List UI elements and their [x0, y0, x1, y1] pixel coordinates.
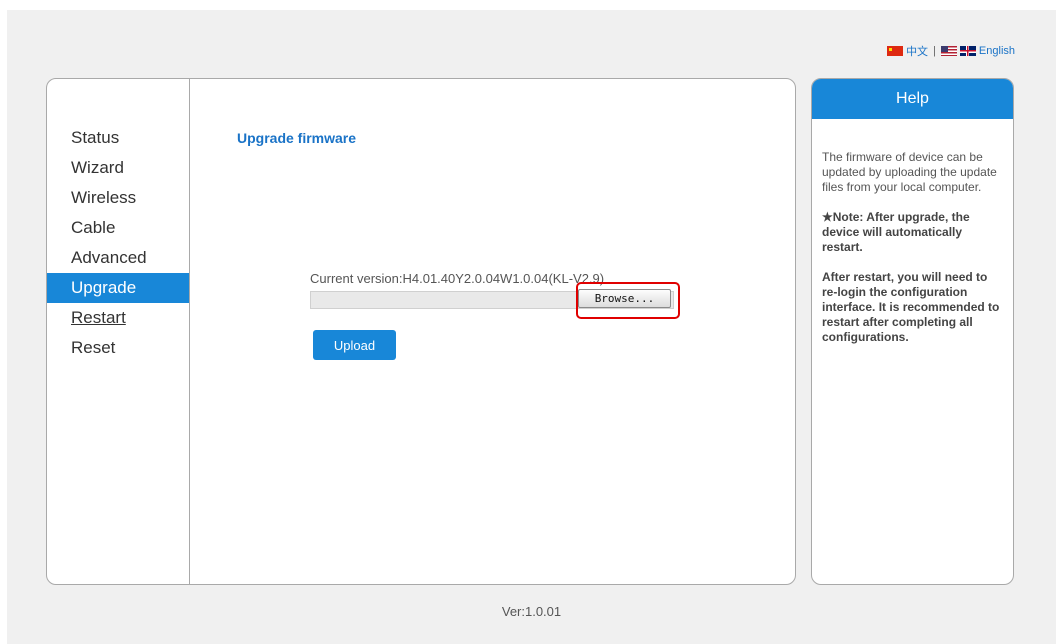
sidebar-item-wireless[interactable]: Wireless — [47, 183, 189, 213]
sidebar-item-label: Reset — [71, 338, 116, 357]
english-language-link[interactable]: English — [979, 45, 1015, 57]
footer-version: Ver:1.0.01 — [501, 604, 562, 619]
sidebar-item-cable[interactable]: Cable — [47, 213, 189, 243]
sidebar-item-label: Advanced — [71, 248, 147, 267]
uk-flag-icon — [959, 46, 976, 56]
content-area: Upgrade firmware Current version:H4.01.4… — [190, 79, 795, 584]
sidebar-item-label: Restart — [71, 308, 126, 327]
chinese-language-link[interactable]: 中文 — [906, 43, 928, 59]
page-title: Upgrade firmware — [237, 130, 357, 146]
sidebar-item-label: Cable — [71, 218, 116, 237]
sidebar-item-label: Wizard — [71, 158, 124, 177]
sidebar-item-status[interactable]: Status — [47, 123, 189, 153]
sidebar-item-advanced[interactable]: Advanced — [47, 243, 189, 273]
sidebar-item-restart[interactable]: Restart — [47, 303, 189, 333]
language-separator: | — [933, 45, 936, 57]
sidebar: Status Wizard Wireless Cable Advanced Up… — [47, 79, 190, 584]
upload-button[interactable]: Upload — [313, 330, 396, 360]
china-flag-icon — [887, 46, 904, 56]
help-body: The firmware of device can be updated by… — [812, 119, 1013, 345]
main-panel: Status Wizard Wireless Cable Advanced Up… — [46, 78, 796, 585]
sidebar-item-reset[interactable]: Reset — [47, 333, 189, 363]
help-paragraph: After restart, you will need to re-login… — [822, 270, 1000, 344]
help-title: Help — [812, 79, 1013, 119]
sidebar-item-label: Upgrade — [71, 278, 137, 297]
language-switcher: 中文 | English — [887, 43, 1015, 59]
help-note: ★Note: After upgrade, the device will au… — [822, 210, 970, 254]
help-paragraph: The firmware of device can be updated by… — [822, 150, 997, 194]
sidebar-item-label: Status — [71, 128, 120, 147]
us-flag-icon — [940, 46, 957, 56]
browse-button[interactable]: Browse... — [578, 289, 671, 308]
sidebar-item-upgrade[interactable]: Upgrade — [47, 273, 189, 303]
help-panel: Help The firmware of device can be updat… — [811, 78, 1014, 585]
sidebar-nav: Status Wizard Wireless Cable Advanced Up… — [47, 123, 189, 363]
sidebar-item-wizard[interactable]: Wizard — [47, 153, 189, 183]
current-version-text: Current version:H4.01.40Y2.0.04W1.0.04(K… — [310, 271, 605, 286]
sidebar-item-label: Wireless — [71, 188, 137, 207]
